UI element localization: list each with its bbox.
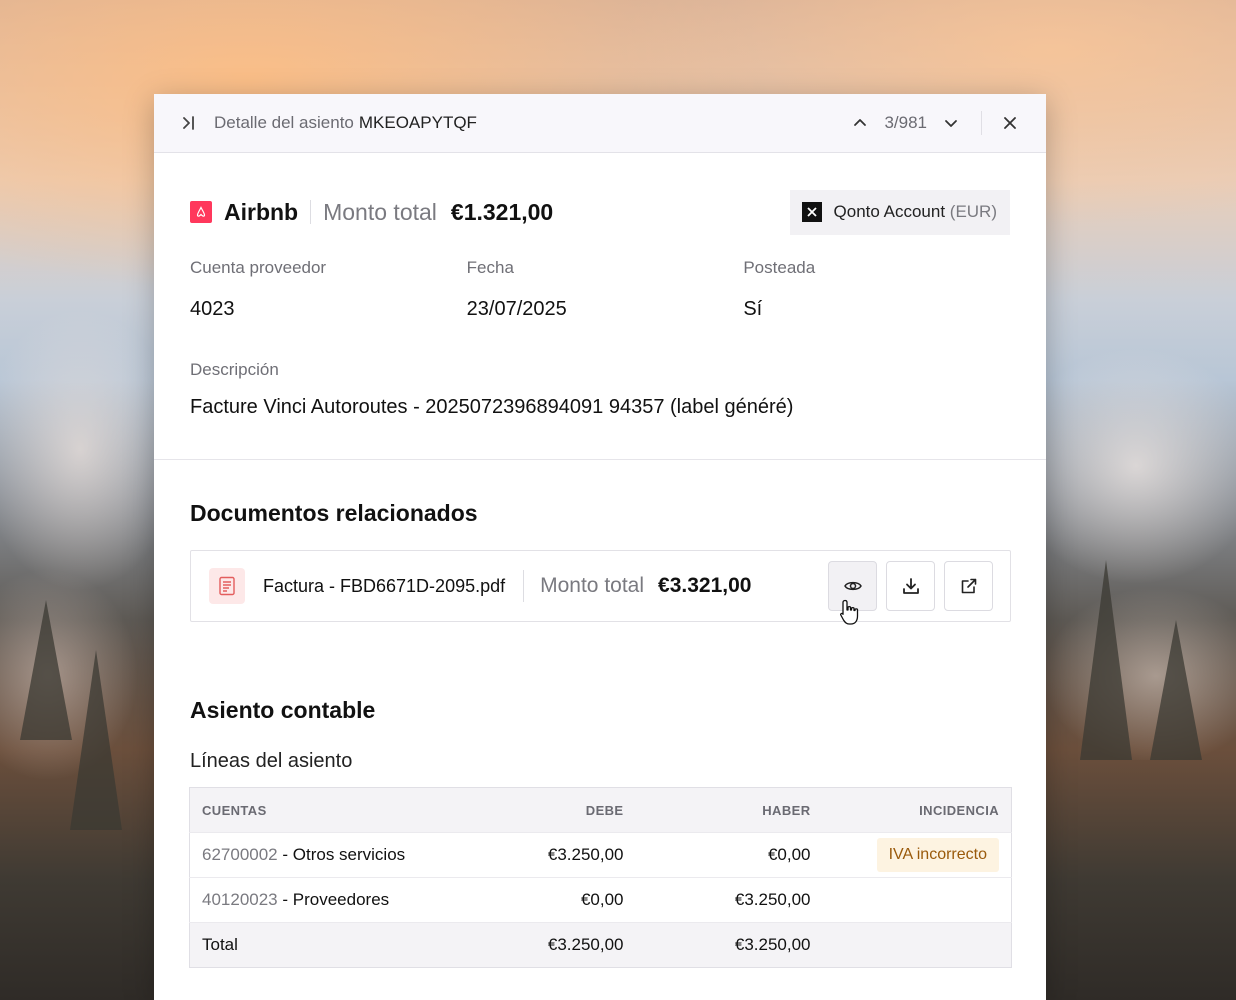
account-cell: 40120023 - Proveedores <box>189 877 490 923</box>
table-row[interactable]: 62700002 - Otros servicios €3.250,00 €0,… <box>189 832 1012 878</box>
vendor-name: Airbnb <box>224 198 299 225</box>
total-label: Monto total <box>323 198 437 225</box>
document-total-label: Monto total <box>540 574 645 597</box>
chevron-up-icon[interactable] <box>848 111 872 135</box>
account-currency: (EUR) <box>949 202 997 221</box>
document-card: Factura - FBD6671D-2095.pdf Monto total … <box>190 550 1011 622</box>
field-value: 4023 <box>190 298 235 320</box>
qonto-logo-icon <box>801 202 822 222</box>
account-code: 62700002 <box>202 845 278 864</box>
hand-cursor-icon <box>840 599 859 625</box>
bank-account-chip[interactable]: Qonto Account (EUR) <box>789 189 1010 235</box>
field-date: Fecha 23/07/2025 <box>467 258 744 321</box>
field-label: Cuenta proveedor <box>190 258 327 277</box>
field-label: Fecha <box>466 258 514 277</box>
total-debit-cell: €3.250,00 <box>489 922 636 968</box>
column-header: INCIDENCIA <box>822 787 1012 833</box>
entry-lines-table: CUENTAS DEBE HABER INCIDENCIA 62700002 -… <box>189 787 1012 968</box>
download-button[interactable] <box>886 561 935 611</box>
column-header: DEBE <box>489 787 636 833</box>
credit-cell: €0,00 <box>635 832 823 878</box>
background-tree <box>70 650 122 830</box>
table-header-row: CUENTAS DEBE HABER INCIDENCIA <box>189 787 1012 833</box>
background-mist-right <box>1036 340 1236 760</box>
pager: 3/981 <box>848 111 963 135</box>
field-value: 23/07/2025 <box>466 298 567 320</box>
entry-code: MKEOAPYTQF <box>358 113 477 132</box>
issue-cell: IVA incorrecto <box>822 832 1012 878</box>
panel-header: Detalle del asiento MKEOAPYTQF 3/981 <box>154 94 1046 153</box>
total-issue-cell <box>822 922 1012 968</box>
panel-title-prefix: Detalle del asiento <box>214 113 354 132</box>
download-icon <box>902 578 919 594</box>
external-link-icon <box>961 578 976 594</box>
field-supplier-account: Cuenta proveedor 4023 <box>190 258 467 321</box>
account-name: - Otros servicios <box>282 845 406 864</box>
document-name[interactable]: Factura - FBD6671D-2095.pdf <box>263 576 505 597</box>
issue-cell <box>822 877 1012 923</box>
collapse-panel-icon[interactable] <box>180 113 200 133</box>
documents-title: Documentos relacionados <box>190 500 478 526</box>
document-total-value: €3.321,00 <box>658 574 752 597</box>
pager-count: 3/981 <box>884 113 927 132</box>
issue-badge[interactable]: IVA incorrecto <box>876 838 999 872</box>
background-tree <box>1080 560 1132 760</box>
account-name: - Proveedores <box>282 890 390 909</box>
total-label-cell: Total <box>189 922 490 968</box>
entry-detail-panel: Detalle del asiento MKEOAPYTQF 3/981 Air… <box>154 94 1046 1000</box>
entry-fields: Cuenta proveedor 4023 Fecha 23/07/2025 P… <box>190 258 1020 321</box>
field-label: Descripción <box>190 360 279 379</box>
total-credit-cell: €3.250,00 <box>635 922 823 968</box>
field-value: Facture Vinci Autoroutes - 2025072396894… <box>190 396 794 418</box>
debit-cell: €3.250,00 <box>489 832 636 878</box>
account-name: Qonto Account <box>833 202 946 221</box>
summary-divider <box>310 200 312 224</box>
field-label: Posteada <box>743 258 816 277</box>
total-value: €1.321,00 <box>450 198 554 225</box>
table-row[interactable]: 40120023 - Proveedores €0,00 €3.250,00 <box>189 877 1012 923</box>
table-total-row: Total €3.250,00 €3.250,00 <box>189 922 1012 968</box>
background-tree <box>1150 620 1202 760</box>
debit-cell: €0,00 <box>489 877 636 923</box>
field-value: Sí <box>743 298 763 320</box>
field-description: Descripción Facture Vinci Autoroutes - 2… <box>190 360 793 419</box>
column-header: HABER <box>635 787 823 833</box>
column-header: CUENTAS <box>189 787 490 833</box>
entry-summary: Airbnb Monto total €1.321,00 Qonto Accou… <box>190 189 1010 235</box>
panel-title: Detalle del asiento MKEOAPYTQF <box>214 113 848 133</box>
field-posted: Posteada Sí <box>743 258 1020 321</box>
chevron-down-icon[interactable] <box>939 111 963 135</box>
account-code: 40120023 <box>202 890 278 909</box>
accounting-title: Asiento contable <box>190 697 376 723</box>
header-divider <box>981 111 982 135</box>
section-divider <box>154 459 1046 460</box>
credit-cell: €3.250,00 <box>635 877 823 923</box>
accounting-subtitle: Líneas del asiento <box>190 750 353 772</box>
background-tree <box>20 600 72 740</box>
open-external-button[interactable] <box>944 561 993 611</box>
document-icon <box>209 568 245 604</box>
account-cell: 62700002 - Otros servicios <box>189 832 490 878</box>
eye-icon <box>843 581 862 591</box>
document-divider <box>523 570 525 602</box>
airbnb-logo-icon <box>190 201 212 223</box>
close-icon[interactable] <box>998 111 1022 135</box>
